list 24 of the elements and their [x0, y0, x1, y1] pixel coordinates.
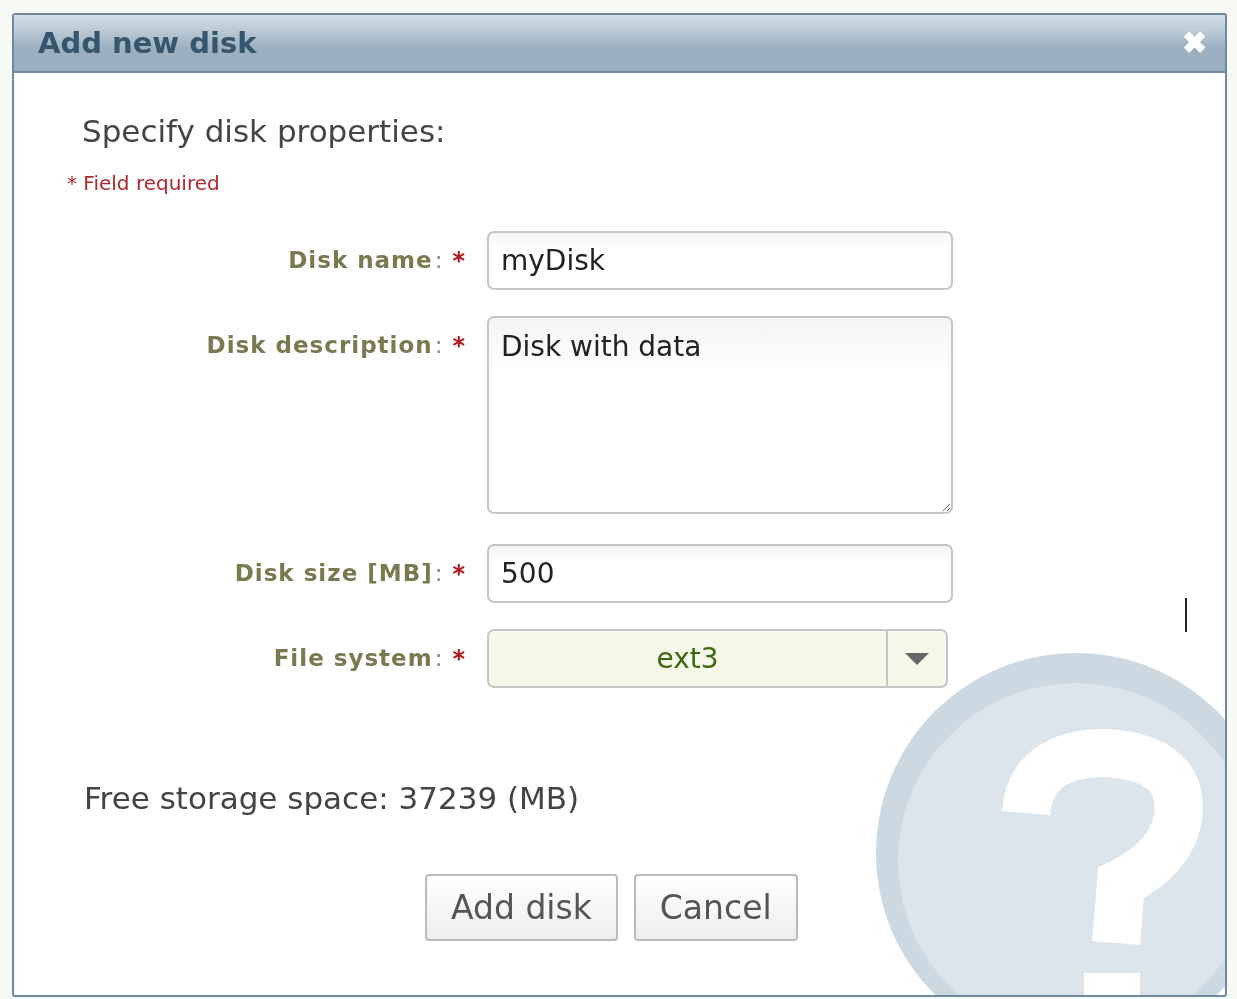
- required-mark: *: [452, 560, 465, 588]
- dialog-button[interactable]: Add disk: [425, 874, 618, 941]
- label-colon: :: [434, 560, 443, 586]
- required-mark: *: [452, 247, 465, 275]
- dropdown-arrow-icon: [905, 652, 929, 665]
- dropdown[interactable]: ext3: [487, 629, 948, 688]
- label-colon: :: [434, 332, 443, 358]
- form-heading: Specify disk properties:: [82, 113, 447, 149]
- dialog-button[interactable]: Cancel: [633, 874, 798, 941]
- text-cursor: [1185, 598, 1187, 632]
- required-note: * Field required: [67, 171, 220, 195]
- dialog-title: Add new disk: [38, 26, 257, 60]
- field-label: Disk description: [206, 332, 433, 358]
- field-label: File system: [273, 645, 433, 671]
- required-mark: *: [452, 645, 465, 673]
- text-area[interactable]: Disk with data: [487, 316, 953, 514]
- field-label: Disk size [MB]: [234, 560, 433, 586]
- free-space-text: Free storage space: 37239 (MB): [84, 780, 581, 816]
- label-colon: :: [434, 645, 443, 671]
- label-colon: :: [434, 247, 443, 273]
- required-mark: *: [452, 332, 465, 360]
- text-field[interactable]: myDisk: [487, 231, 953, 290]
- field-label: Disk name: [288, 247, 433, 273]
- text-field[interactable]: 500: [487, 544, 953, 603]
